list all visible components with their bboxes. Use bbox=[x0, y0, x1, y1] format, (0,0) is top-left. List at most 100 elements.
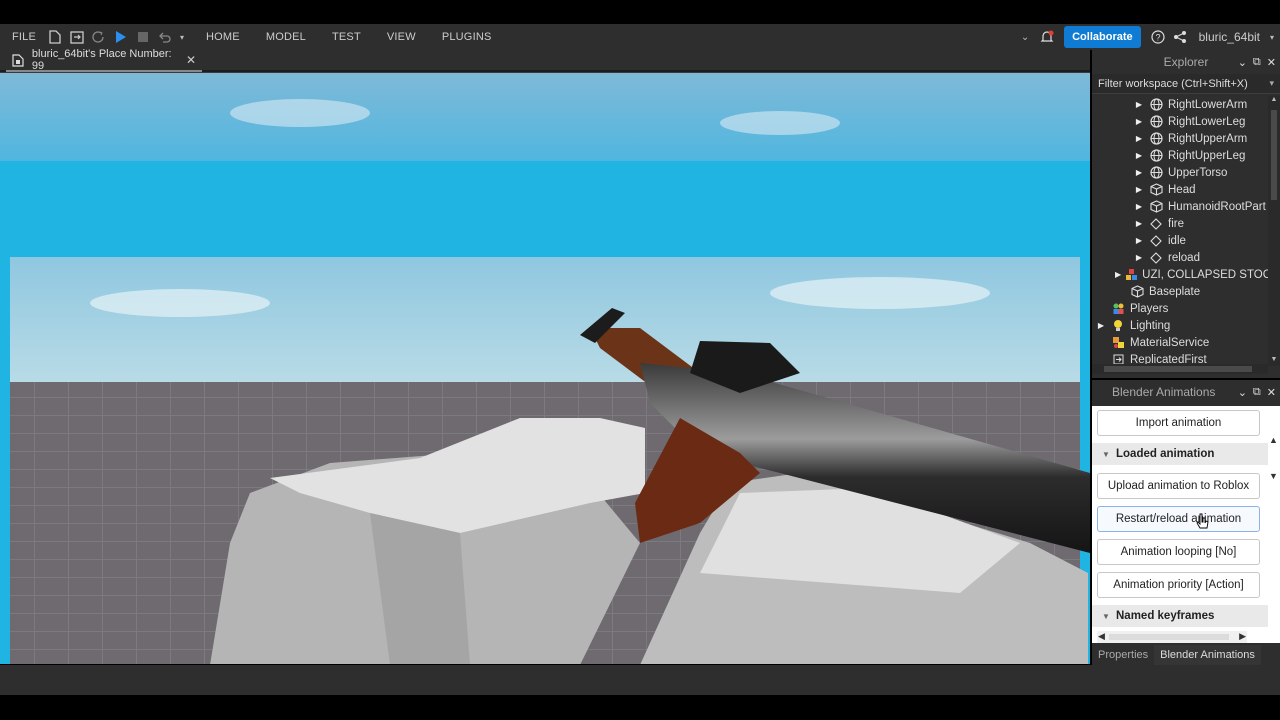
tree-item-rightupperleg[interactable]: ▶ RightUpperLeg bbox=[1092, 147, 1268, 164]
expand-arrow-icon[interactable]: ▶ bbox=[1096, 321, 1106, 330]
notification-icon[interactable] bbox=[1036, 26, 1058, 48]
scroll-down-icon[interactable]: ▼ bbox=[1269, 356, 1279, 366]
expand-arrow-icon[interactable]: ▶ bbox=[1134, 185, 1144, 194]
tab-home[interactable]: HOME bbox=[198, 31, 248, 43]
keyframe-icon bbox=[1148, 217, 1164, 231]
tab-view[interactable]: VIEW bbox=[379, 31, 424, 43]
tree-item-materialservice[interactable]: MaterialService bbox=[1092, 334, 1268, 351]
tab-blender-animations[interactable]: Blender Animations bbox=[1154, 645, 1261, 665]
mesh-icon bbox=[1148, 98, 1164, 112]
collapse-triangle-icon: ▼ bbox=[1102, 611, 1110, 621]
expand-arrow-icon[interactable]: ▶ bbox=[1134, 134, 1144, 143]
new-file-icon[interactable] bbox=[44, 26, 66, 48]
blender-animations-panel: Blender Animations ⌄ ⧉ ✕ Import animatio… bbox=[1092, 380, 1280, 645]
3d-viewport[interactable] bbox=[0, 72, 1090, 664]
blender-header: Blender Animations ⌄ ⧉ ✕ bbox=[1092, 380, 1280, 404]
tree-item-rightupperarm[interactable]: ▶ RightUpperArm bbox=[1092, 130, 1268, 147]
file-menu[interactable]: FILE bbox=[4, 31, 44, 43]
scroll-up-icon[interactable]: ▲ bbox=[1269, 96, 1279, 106]
tree-item-rightlowerleg[interactable]: ▶ RightLowerLeg bbox=[1092, 113, 1268, 130]
explorer-scrollbar[interactable]: ▲ ▼ bbox=[1268, 96, 1280, 366]
part-icon bbox=[1129, 285, 1145, 299]
chevron-down-icon[interactable]: ▾ bbox=[1264, 26, 1280, 48]
scroll-right-icon[interactable]: ▶ bbox=[1239, 631, 1246, 642]
explorer-hscrollbar[interactable] bbox=[1092, 364, 1268, 374]
animation-looping-button[interactable]: Animation looping [No] bbox=[1097, 539, 1260, 565]
blender-scrollbar[interactable]: ▲ ▼ bbox=[1268, 406, 1280, 643]
expand-arrow-icon[interactable]: ▶ bbox=[1134, 117, 1144, 126]
close-icon[interactable]: ✕ bbox=[1267, 386, 1276, 399]
tree-item-rightlowerarm[interactable]: ▶ RightLowerArm bbox=[1092, 96, 1268, 113]
expand-arrow-icon[interactable]: ▶ bbox=[1134, 219, 1144, 228]
redo-icon[interactable] bbox=[88, 26, 110, 48]
mesh-icon bbox=[1148, 132, 1164, 146]
explorer-header: Explorer ⌄ ⧉ ✕ bbox=[1092, 50, 1280, 74]
chevron-down-icon[interactable]: ⌄ bbox=[1238, 386, 1247, 399]
username[interactable]: bluric_64bit bbox=[1191, 30, 1264, 44]
popout-icon[interactable]: ⧉ bbox=[1253, 386, 1261, 399]
scroll-thumb[interactable] bbox=[1109, 634, 1229, 640]
animation-priority-button[interactable]: Animation priority [Action] bbox=[1097, 572, 1260, 598]
blender-body: Import animation ▼ Loaded animation Uplo… bbox=[1092, 406, 1280, 643]
chevron-down-icon[interactable]: ▾ bbox=[176, 26, 188, 48]
expand-arrow-icon[interactable]: ▶ bbox=[1134, 253, 1144, 262]
place-tab[interactable]: bluric_64bit's Place Number: 99 ✕ bbox=[6, 48, 202, 72]
tree-item-lighting[interactable]: ▶ Lighting bbox=[1092, 317, 1268, 334]
expand-arrow-icon[interactable]: ▶ bbox=[1134, 168, 1144, 177]
tree-item-head[interactable]: ▶ Head bbox=[1092, 181, 1268, 198]
close-icon[interactable]: ✕ bbox=[186, 53, 196, 67]
explorer-panel: Explorer ⌄ ⧉ ✕ Filter workspace (Ctrl+Sh… bbox=[1092, 50, 1280, 378]
close-icon[interactable]: ✕ bbox=[1267, 56, 1276, 69]
tree-item-reload[interactable]: ▶ reload bbox=[1092, 249, 1268, 266]
expand-arrow-icon[interactable]: ▶ bbox=[1134, 236, 1144, 245]
ribbon-bar: FILE ▾ HOME MODEL TEST VIEW PLUGINS ⌄ Co… bbox=[0, 24, 1280, 50]
sky-inner bbox=[10, 257, 1080, 382]
mesh-icon bbox=[1148, 166, 1164, 180]
mouse-cursor-icon bbox=[1196, 513, 1209, 529]
scroll-thumb[interactable] bbox=[1104, 366, 1252, 372]
open-file-icon[interactable] bbox=[66, 26, 88, 48]
tree-item-idle[interactable]: ▶ idle bbox=[1092, 232, 1268, 249]
restart-animation-button[interactable]: Restart/reload animation bbox=[1097, 506, 1260, 532]
tab-properties[interactable]: Properties bbox=[1092, 645, 1154, 665]
popout-icon[interactable]: ⧉ bbox=[1253, 56, 1261, 69]
part-icon bbox=[1148, 183, 1164, 197]
chevron-down-icon[interactable]: ⌄ bbox=[1014, 26, 1036, 48]
tab-model[interactable]: MODEL bbox=[258, 31, 314, 43]
scroll-up-icon[interactable]: ▲ bbox=[1269, 435, 1278, 445]
tree-item-uppertorso[interactable]: ▶ UpperTorso bbox=[1092, 164, 1268, 181]
expand-arrow-icon[interactable]: ▶ bbox=[1115, 270, 1121, 279]
expand-arrow-icon[interactable]: ▶ bbox=[1134, 202, 1144, 211]
chevron-down-icon[interactable]: ▾ bbox=[1269, 78, 1274, 89]
collaborate-button[interactable]: Collaborate bbox=[1064, 26, 1141, 48]
tree-item-players[interactable]: Players bbox=[1092, 300, 1268, 317]
named-keyframes-section[interactable]: ▼ Named keyframes bbox=[1092, 605, 1268, 627]
tree-item-humanoidrootpart[interactable]: ▶ HumanoidRootPart bbox=[1092, 198, 1268, 215]
explorer-title: Explorer bbox=[1163, 55, 1209, 69]
expand-arrow-icon[interactable]: ▶ bbox=[1134, 151, 1144, 160]
svg-text:?: ? bbox=[1155, 33, 1160, 43]
tree-item-baseplate[interactable]: Baseplate bbox=[1092, 283, 1268, 300]
blender-hscrollbar[interactable]: ◀ ▶ bbox=[1097, 631, 1247, 643]
explorer-filter-input[interactable]: Filter workspace (Ctrl+Shift+X) ▾ bbox=[1092, 74, 1280, 94]
share-icon[interactable] bbox=[1169, 26, 1191, 48]
tab-test[interactable]: TEST bbox=[324, 31, 369, 43]
expand-arrow-icon[interactable]: ▶ bbox=[1134, 100, 1144, 109]
panel-tabs: Properties Blender Animations bbox=[1092, 645, 1280, 665]
help-icon[interactable]: ? bbox=[1147, 26, 1169, 48]
place-tab-title: bluric_64bit's Place Number: 99 bbox=[31, 48, 172, 72]
stop-icon[interactable] bbox=[132, 26, 154, 48]
undo-icon[interactable] bbox=[154, 26, 176, 48]
tree-item-fire[interactable]: ▶ fire bbox=[1092, 215, 1268, 232]
scroll-thumb[interactable] bbox=[1271, 110, 1277, 200]
mesh-icon bbox=[1148, 149, 1164, 163]
scroll-left-icon[interactable]: ◀ bbox=[1098, 631, 1105, 642]
tab-plugins[interactable]: PLUGINS bbox=[434, 31, 500, 43]
chevron-down-icon[interactable]: ⌄ bbox=[1238, 56, 1247, 69]
import-animation-button[interactable]: Import animation bbox=[1097, 410, 1260, 436]
tree-item-uzi[interactable]: ▶ UZI, COLLAPSED STOCK bbox=[1092, 266, 1268, 283]
upload-animation-button[interactable]: Upload animation to Roblox bbox=[1097, 473, 1260, 499]
play-icon[interactable] bbox=[110, 26, 132, 48]
loaded-animation-section[interactable]: ▼ Loaded animation bbox=[1092, 443, 1268, 465]
scroll-down-icon[interactable]: ▼ bbox=[1269, 471, 1278, 481]
